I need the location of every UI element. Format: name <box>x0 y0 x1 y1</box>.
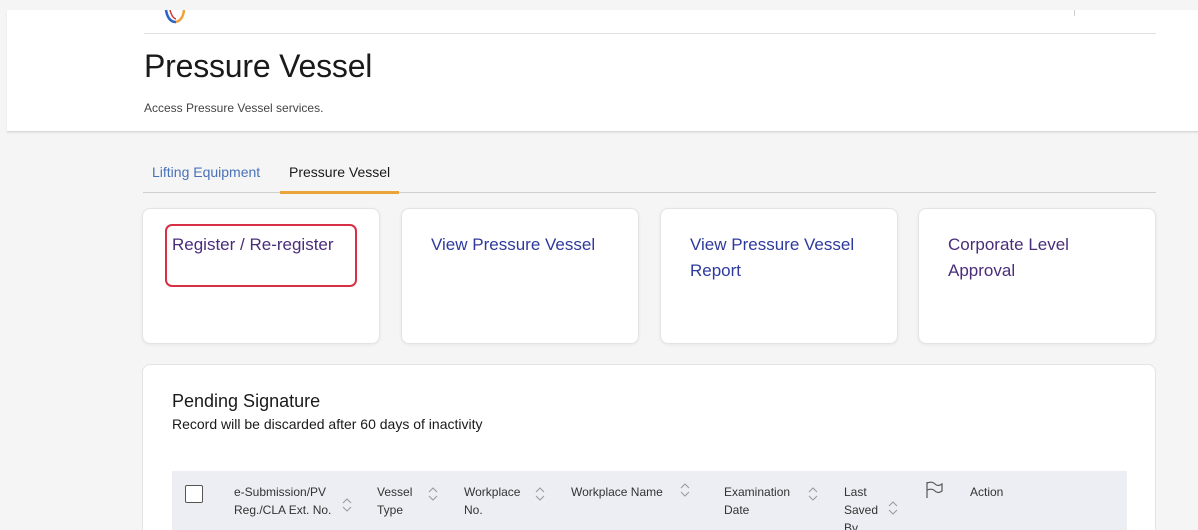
page-subtitle: Access Pressure Vessel services. <box>144 101 324 115</box>
col-examination-date[interactable]: Examination Date <box>724 483 804 519</box>
tab-lifting-equipment[interactable]: Lifting Equipment <box>143 157 269 193</box>
sort-icon[interactable] <box>428 487 438 501</box>
header-divider <box>1074 10 1075 16</box>
pending-signature-panel: Pending Signature Record will be discard… <box>142 364 1156 530</box>
flag-icon[interactable] <box>924 481 944 499</box>
card-view-pressure-vessel-label: View Pressure Vessel <box>431 235 596 254</box>
col-submission[interactable]: e-Submission/PV Reg./CLA Ext. No. <box>234 483 342 519</box>
select-all-checkbox[interactable] <box>185 485 203 503</box>
logo-icon <box>164 10 186 24</box>
table-header: e-Submission/PV Reg./CLA Ext. No. Vessel… <box>172 471 1127 530</box>
sort-icon[interactable] <box>888 501 898 515</box>
card-view-report-label: View Pressure Vessel Report <box>690 235 855 280</box>
sort-icon[interactable] <box>342 498 352 512</box>
card-view-pressure-vessel[interactable]: View Pressure Vessel <box>401 208 639 344</box>
col-last-saved-by[interactable]: Last Saved By <box>844 483 886 530</box>
pending-title: Pending Signature <box>172 391 321 411</box>
page-header: Pressure Vessel Access Pressure Vessel s… <box>7 10 1198 132</box>
card-corporate-approval-label: Corporate Level Approval <box>948 235 1069 280</box>
card-view-report[interactable]: View Pressure Vessel Report <box>660 208 898 344</box>
tab-bar: Lifting Equipment Pressure Vessel <box>143 157 1156 194</box>
sort-icon[interactable] <box>535 487 545 501</box>
card-register[interactable]: Register / Re-register <box>142 208 380 344</box>
col-action: Action <box>970 485 1004 499</box>
col-workplace-no[interactable]: Workplace No. <box>464 483 534 519</box>
sort-icon[interactable] <box>808 487 818 501</box>
tab-pressure-vessel[interactable]: Pressure Vessel <box>280 157 400 194</box>
card-register-label: Register / Re-register <box>172 235 334 254</box>
pending-note: Record will be discarded after 60 days o… <box>172 416 483 432</box>
page-title: Pressure Vessel <box>144 48 373 84</box>
col-workplace-name[interactable]: Workplace Name <box>571 483 681 501</box>
sort-icon[interactable] <box>680 483 690 497</box>
card-corporate-approval[interactable]: Corporate Level Approval <box>918 208 1156 344</box>
col-vessel-type[interactable]: Vessel Type <box>377 483 422 519</box>
header-rule <box>144 33 1156 34</box>
